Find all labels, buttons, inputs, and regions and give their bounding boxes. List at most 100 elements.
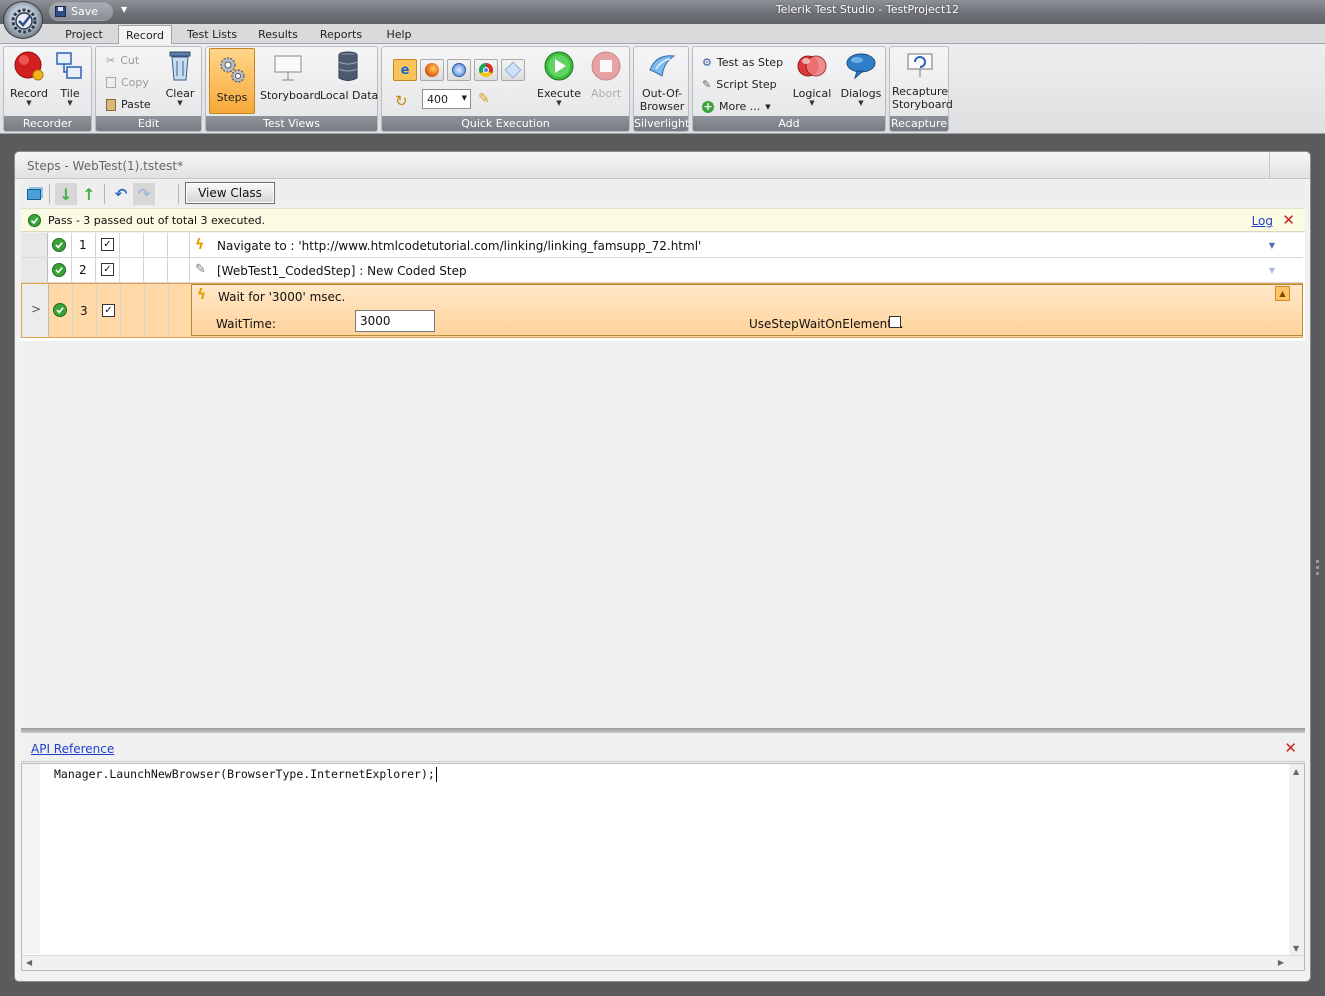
steps-panel: Steps - WebTest(1).tstest* ↓ ↑ ↶ ↷ View …	[14, 151, 1311, 982]
steps-view-button[interactable]: Steps	[209, 48, 255, 114]
side-splitter-grip[interactable]	[1316, 560, 1321, 578]
scissors-icon: ✂	[106, 54, 116, 67]
group-label-recorder: Recorder	[4, 116, 91, 131]
execute-button[interactable]: Execute ▼	[537, 50, 581, 107]
tab-record[interactable]: Record	[118, 25, 172, 45]
storyboard-label: Storyboard	[260, 89, 321, 102]
empty-cell	[144, 258, 168, 282]
horizontal-scrollbar[interactable]: ◀ ▶	[22, 955, 1304, 970]
paste-button[interactable]: Paste	[106, 98, 151, 111]
step-enabled-checkbox[interactable]: ✓	[101, 238, 114, 251]
group-label-edit: Edit	[96, 116, 201, 131]
move-up-button[interactable]: ↑	[78, 183, 100, 205]
safari-browser-icon[interactable]	[447, 59, 471, 81]
ribbon: Record ▼ Tile ▼ Recorder ✂ Cut Copy Past…	[0, 44, 1325, 134]
silverlight-icon	[649, 55, 676, 77]
tab-test-lists[interactable]: Test Lists	[186, 27, 238, 44]
scroll-right-icon[interactable]: ▶	[1278, 958, 1284, 967]
editor-gutter	[22, 764, 40, 954]
record-button[interactable]: Record ▼	[9, 50, 49, 107]
local-data-view-button[interactable]: Local Data	[320, 50, 378, 102]
chrome-browser-icon[interactable]	[474, 59, 498, 81]
redo-button[interactable]: ↷	[133, 183, 155, 205]
step-number: 1	[79, 238, 87, 252]
script-step-button[interactable]: ✎ Script Step	[702, 78, 777, 91]
execution-speed-value: 400	[427, 93, 448, 106]
storyboard-view-button[interactable]: Storyboard	[260, 50, 321, 102]
tab-results[interactable]: Results	[256, 27, 300, 44]
collapse-icon[interactable]: ▲	[1275, 286, 1290, 301]
vertical-scrollbar[interactable]: ▲ ▼	[1289, 764, 1304, 956]
use-step-wait-checkbox[interactable]	[889, 316, 901, 328]
undo-button[interactable]: ↶	[110, 183, 132, 205]
out-of-browser-button[interactable]: Out-Of-Browser	[636, 50, 688, 113]
execution-speed-select[interactable]: 400 ▼	[422, 89, 471, 109]
redo-icon: ↷	[137, 185, 151, 203]
api-reference-bar: API Reference ✕	[21, 734, 1305, 762]
tile-button[interactable]: Tile ▼	[52, 50, 88, 107]
text-caret	[435, 767, 437, 782]
row-header[interactable]	[21, 233, 48, 257]
enabled-cell: ✓	[96, 258, 120, 282]
firefox-browser-icon[interactable]	[420, 59, 444, 81]
step-enabled-checkbox[interactable]: ✓	[101, 263, 114, 276]
step-description: Navigate to : 'http://www.htmlcodetutori…	[217, 239, 702, 253]
panel-splitter[interactable]	[21, 728, 1305, 733]
recapture-icon	[907, 53, 933, 77]
step-description: Wait for '3000' msec.	[218, 290, 346, 304]
wait-time-input[interactable]: 3000	[355, 310, 435, 332]
copy-button[interactable]: Copy	[106, 76, 149, 89]
arrow-down-icon: ↓	[59, 184, 73, 204]
group-label-test-views: Test Views	[206, 116, 377, 131]
trash-icon	[169, 51, 191, 81]
close-api-icon[interactable]: ✕	[1284, 741, 1297, 756]
scroll-left-icon[interactable]: ◀	[26, 958, 32, 967]
step-row[interactable]: 2 ✓ ✎ [WebTest1_CodedStep] : New Coded S…	[21, 258, 1303, 283]
tab-project[interactable]: Project	[63, 27, 105, 44]
steps-view-toggle-button[interactable]	[23, 183, 45, 205]
move-down-button[interactable]: ↓	[55, 183, 77, 205]
tab-help[interactable]: Help	[384, 27, 414, 44]
step-row[interactable]: 1 ✓ ϟ Navigate to : 'http://www.htmlcode…	[21, 233, 1303, 258]
step-number: 2	[79, 263, 87, 277]
ie-browser-icon[interactable]: e	[393, 59, 417, 81]
group-silverlight: Out-Of-Browser Silverlight	[633, 46, 689, 132]
chevron-down-icon[interactable]: ▼	[1269, 241, 1275, 250]
chevron-down-icon: ▼	[556, 99, 562, 107]
dialogs-button[interactable]: Dialogs ▼	[839, 50, 883, 107]
slow-speed-icon: ↻	[395, 92, 408, 110]
execution-status-text: Pass - 3 passed out of total 3 executed.	[48, 214, 266, 227]
pass-check-icon	[53, 303, 67, 317]
code-editor[interactable]: Manager.LaunchNewBrowser(BrowserType.Int…	[21, 763, 1305, 971]
step-enabled-checkbox[interactable]: ✓	[102, 304, 115, 317]
application-menu-button[interactable]	[3, 1, 43, 39]
tab-reports[interactable]: Reports	[318, 27, 364, 44]
steps-toolbar: ↓ ↑ ↶ ↷ View Class	[21, 180, 1305, 207]
code-text: Manager.LaunchNewBrowser(BrowserType.Int…	[54, 767, 435, 781]
step-row-selected[interactable]: > 3 ✓ ϟ Wait for '3000' msec. ▲ WaitTime…	[21, 283, 1303, 338]
log-link[interactable]: Log	[1252, 214, 1273, 228]
gear-check-icon	[11, 8, 37, 34]
chevron-down-icon[interactable]: ▼	[1269, 266, 1275, 275]
logical-button[interactable]: Logical ▼	[791, 50, 833, 107]
silverlight-browser-icon[interactable]	[501, 59, 525, 81]
scroll-down-icon[interactable]: ▼	[1293, 944, 1299, 953]
view-class-button[interactable]: View Class	[185, 182, 275, 204]
api-reference-link[interactable]: API Reference	[31, 742, 114, 756]
test-as-step-icon: ⚙	[702, 56, 712, 69]
cut-button[interactable]: ✂ Cut	[106, 54, 139, 67]
chevron-down-icon: ▼	[177, 99, 183, 107]
scroll-up-icon[interactable]: ▲	[1293, 767, 1299, 776]
close-status-icon[interactable]: ✕	[1282, 213, 1295, 228]
wait-time-label: WaitTime:	[216, 317, 276, 331]
execution-status-bar: Pass - 3 passed out of total 3 executed.…	[21, 208, 1305, 232]
more-steps-button[interactable]: + More ... ▼	[702, 100, 771, 113]
highlight-icon[interactable]: ✎	[478, 91, 490, 107]
test-as-step-button[interactable]: ⚙ Test as Step	[702, 56, 783, 69]
row-header[interactable]: >	[22, 284, 49, 337]
clear-button[interactable]: Clear ▼	[163, 50, 197, 107]
abort-button[interactable]: Abort	[586, 50, 626, 100]
recapture-storyboard-button[interactable]: Recapture Storyboard	[892, 50, 953, 111]
ribbon-tabs: Project Record Test Lists Results Report…	[0, 24, 1325, 45]
row-header[interactable]	[21, 258, 48, 282]
